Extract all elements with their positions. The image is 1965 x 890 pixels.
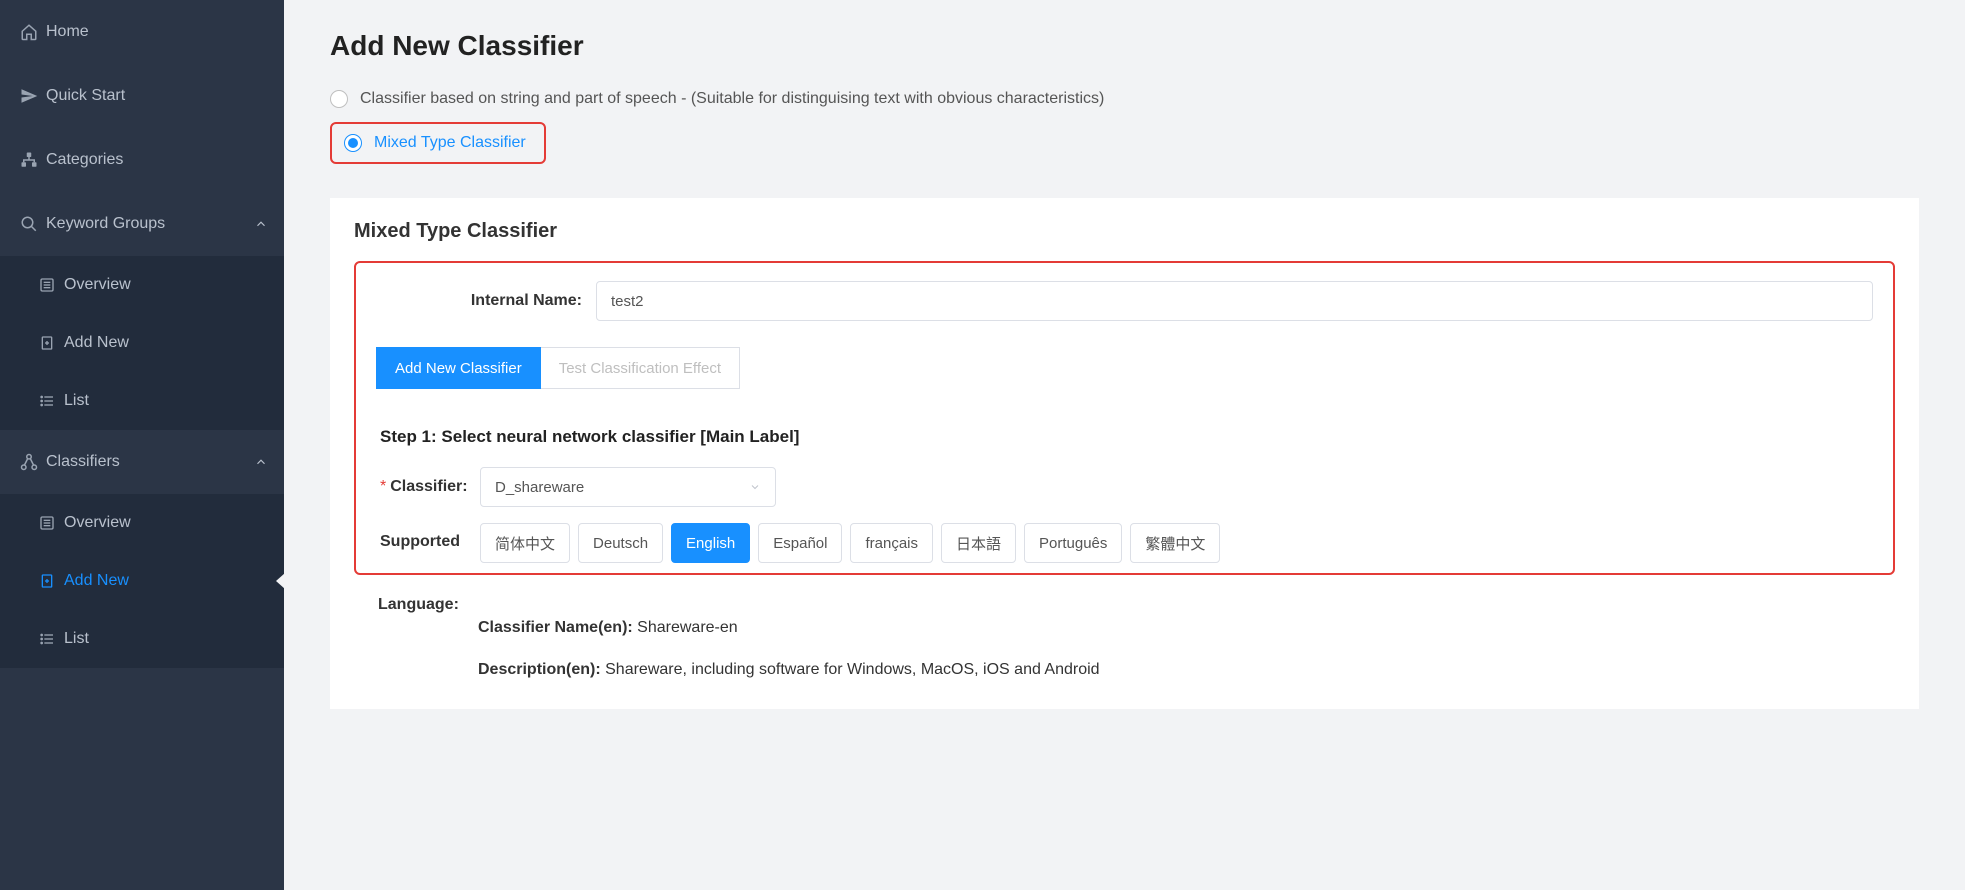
sidebar-item-label: Home — [46, 23, 268, 41]
classifier-card: Mixed Type Classifier Internal Name: Add… — [330, 198, 1919, 709]
classifier-name-label: Classifier Name(en): — [478, 619, 633, 636]
chevron-up-icon — [254, 455, 268, 469]
highlight-region: Internal Name: Add New Classifier Test C… — [354, 261, 1895, 575]
sidebar-item-cl-overview[interactable]: Overview — [0, 494, 284, 552]
radio-icon — [330, 90, 348, 108]
sidebar-item-label: Categories — [46, 151, 268, 169]
sidebar-item-label: List — [64, 630, 268, 648]
step1-section: Step 1: Select neural network classifier… — [356, 389, 1893, 563]
classifier-select-row: *Classifier: D_shareware — [380, 467, 1869, 507]
description-row: Description(en): Shareware, including so… — [478, 661, 1871, 679]
lang-btn-ja[interactable]: 日本語 — [941, 523, 1016, 563]
step1-title: Step 1: Select neural network classifier… — [380, 427, 1869, 447]
chevron-down-icon — [749, 481, 761, 493]
sidebar-item-cl-add-new[interactable]: Add New — [0, 552, 284, 610]
chevron-up-icon — [254, 217, 268, 231]
sidebar-item-label: Overview — [64, 514, 268, 532]
sidebar-item-cl-list[interactable]: List — [0, 610, 284, 668]
main-content: Add New Classifier Classifier based on s… — [284, 0, 1965, 890]
sidebar-item-kg-overview[interactable]: Overview — [0, 256, 284, 314]
lang-btn-de[interactable]: Deutsch — [578, 523, 663, 563]
radio-option-string-pos[interactable]: Classifier based on string and part of s… — [330, 90, 1919, 108]
card-title: Mixed Type Classifier — [354, 220, 1895, 243]
sidebar-item-label: Classifiers — [46, 453, 254, 471]
sidebar-item-label: Quick Start — [46, 87, 268, 105]
list-icon — [30, 631, 64, 647]
graph-icon — [12, 453, 46, 471]
radio-label: Classifier based on string and part of s… — [360, 90, 1104, 108]
language-details: Language: Classifier Name(en): Shareware… — [354, 575, 1895, 679]
supported-language-row: Supported 简体中文 Deutsch English Español f… — [380, 523, 1869, 563]
lang-btn-fr[interactable]: français — [850, 523, 933, 563]
description-label: Description(en): — [478, 661, 601, 678]
classifier-name-value: Shareware-en — [637, 619, 738, 636]
list-box-icon — [30, 277, 64, 293]
classifier-select-value: D_shareware — [495, 479, 584, 496]
language-buttons: 简体中文 Deutsch English Español français 日本… — [480, 523, 1220, 563]
page-title: Add New Classifier — [330, 30, 1919, 62]
lang-btn-pt[interactable]: Português — [1024, 523, 1122, 563]
list-box-icon — [30, 515, 64, 531]
sidebar-item-keyword-groups[interactable]: Keyword Groups — [0, 192, 284, 256]
classifier-select[interactable]: D_shareware — [480, 467, 776, 507]
internal-name-row: Internal Name: — [356, 263, 1893, 329]
sidebar: Home Quick Start Categories Keyword Grou… — [0, 0, 284, 890]
radio-option-mixed-type[interactable]: Mixed Type Classifier — [330, 122, 546, 164]
sidebar-item-classifiers[interactable]: Classifiers — [0, 430, 284, 494]
lang-btn-es[interactable]: Español — [758, 523, 842, 563]
classifier-label: *Classifier: — [380, 478, 480, 496]
sidebar-item-categories[interactable]: Categories — [0, 128, 284, 192]
sidebar-item-label: Keyword Groups — [46, 215, 254, 233]
lang-btn-zh-tw[interactable]: 繁體中文 — [1130, 523, 1220, 563]
classifier-name-row: Classifier Name(en): Shareware-en — [478, 619, 1871, 637]
internal-name-label: Internal Name: — [376, 292, 596, 310]
description-value: Shareware, including software for Window… — [605, 661, 1099, 678]
sidebar-item-label: Overview — [64, 276, 268, 294]
paper-plane-icon — [12, 87, 46, 105]
sidebar-item-label: Add New — [64, 334, 268, 352]
radio-icon — [344, 134, 362, 152]
sitemap-icon — [12, 151, 46, 169]
list-icon — [30, 393, 64, 409]
lang-btn-zh-cn[interactable]: 简体中文 — [480, 523, 570, 563]
tab-test-classification-effect[interactable]: Test Classification Effect — [541, 347, 740, 389]
radio-label: Mixed Type Classifier — [374, 134, 526, 152]
sidebar-item-label: List — [64, 392, 268, 410]
supported-label: Supported — [380, 523, 480, 561]
add-file-icon — [30, 573, 64, 589]
sidebar-item-home[interactable]: Home — [0, 0, 284, 64]
home-icon — [12, 23, 46, 41]
lang-btn-en[interactable]: English — [671, 523, 750, 563]
search-icon — [12, 215, 46, 233]
language-label: Language: — [378, 595, 478, 679]
internal-name-input[interactable] — [596, 281, 1873, 321]
sidebar-item-quick-start[interactable]: Quick Start — [0, 64, 284, 128]
add-file-icon — [30, 335, 64, 351]
sidebar-item-kg-list[interactable]: List — [0, 372, 284, 430]
tab-add-new-classifier[interactable]: Add New Classifier — [376, 347, 541, 389]
classifier-tabs: Add New Classifier Test Classification E… — [376, 347, 1893, 389]
sidebar-item-label: Add New — [64, 572, 268, 590]
sidebar-item-kg-add-new[interactable]: Add New — [0, 314, 284, 372]
